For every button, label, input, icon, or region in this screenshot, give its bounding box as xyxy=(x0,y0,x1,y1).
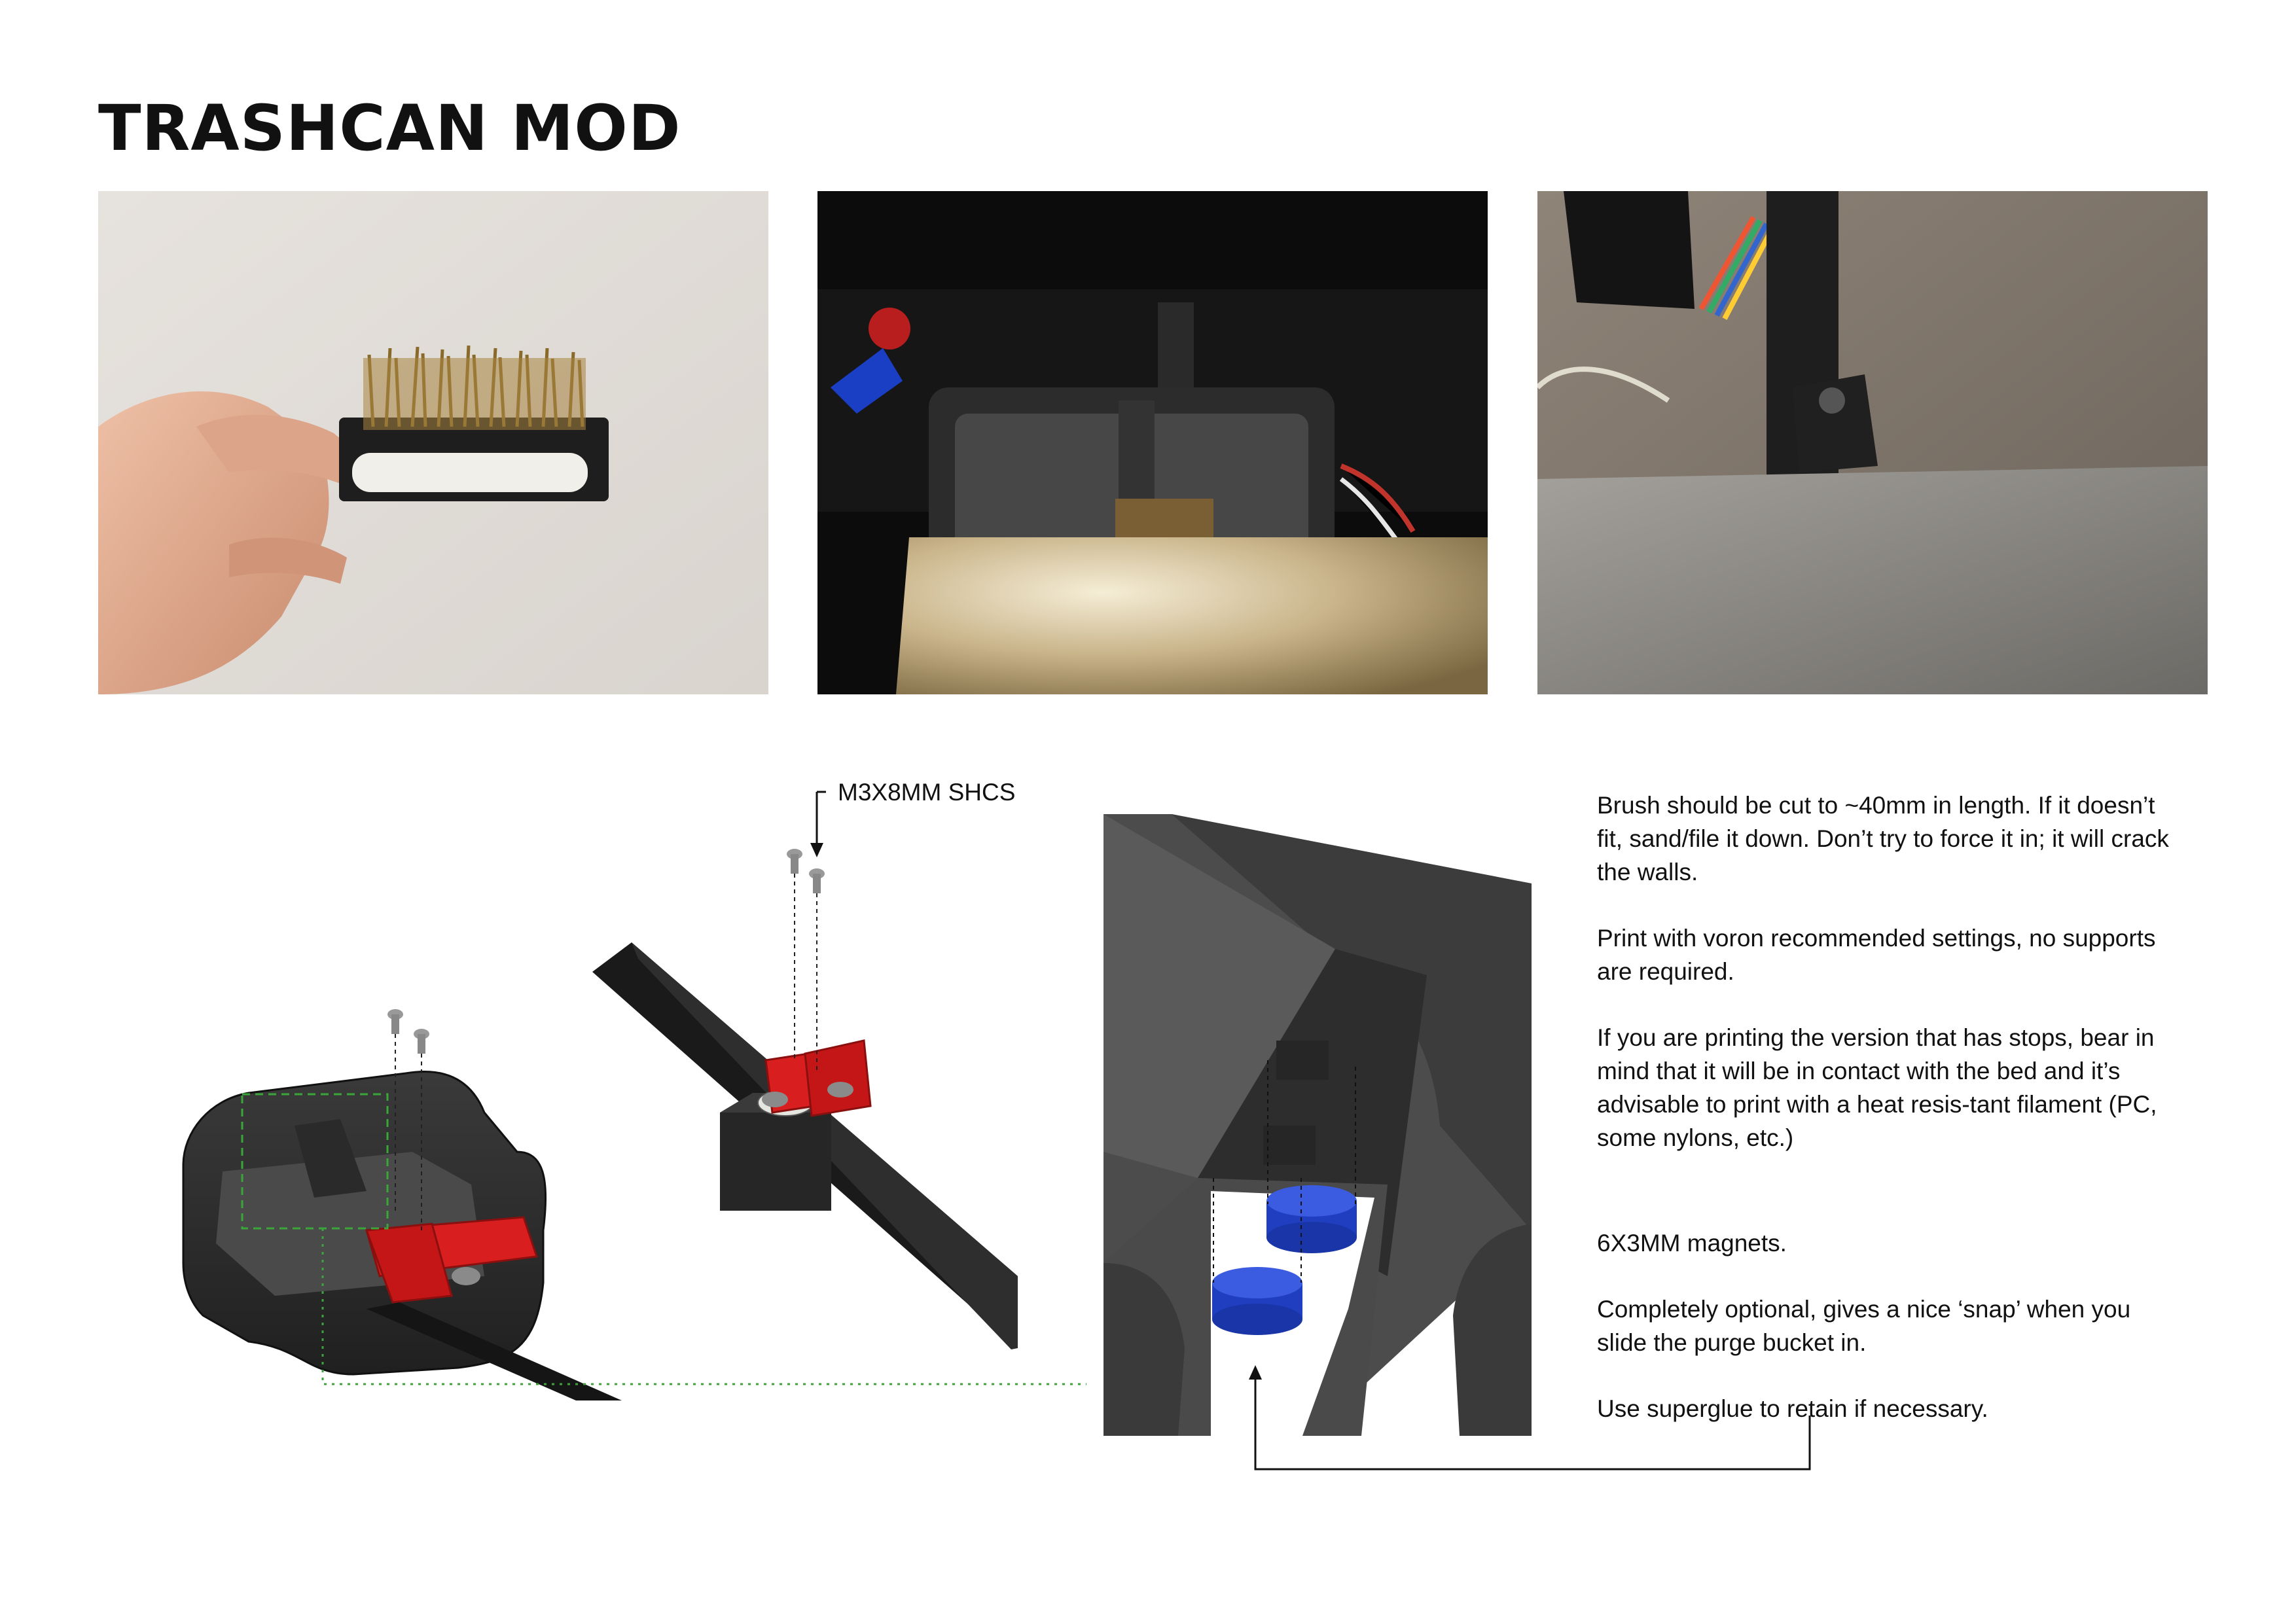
note-magnet-size: 6X3MM magnets. xyxy=(1597,1230,1787,1257)
note-brush-length: Brush should be cut to ~40mm in length. … xyxy=(1597,792,2169,885)
magnet-lower xyxy=(1212,1267,1302,1335)
note-print-settings: Print with voron recommended settings, n… xyxy=(1597,925,2156,985)
screw-callout-label: M3X8MM SHCS xyxy=(838,779,1016,806)
rail-stop-render xyxy=(592,849,1018,1349)
magnet-upper xyxy=(1266,1185,1357,1253)
note-stops-material: If you are printing the version that has… xyxy=(1597,1024,2157,1151)
instruction-notes: Brush should be cut to ~40mm in length. … xyxy=(1597,789,2186,1458)
note-magnet-optional: Completely optional, gives a nice ‘snap’… xyxy=(1597,1296,2131,1356)
magnet-detail-render xyxy=(1103,814,1532,1436)
bucket-render xyxy=(182,1009,622,1400)
note-superglue: Use superglue to retain if necessary. xyxy=(1597,1395,1988,1422)
